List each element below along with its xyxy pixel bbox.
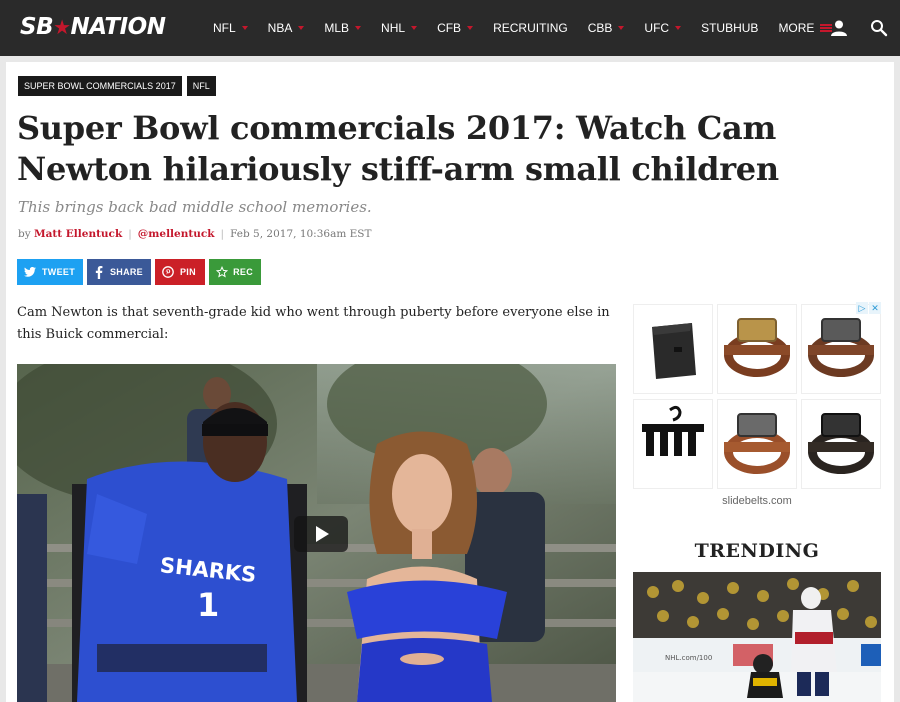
nav-item-more[interactable]: MORE xyxy=(778,21,833,35)
nav-label: NHL xyxy=(381,21,406,35)
tag-super-bowl-commercials[interactable]: SUPER BOWL COMMERCIALS 2017 xyxy=(18,76,182,96)
nav-label: MLB xyxy=(324,21,350,35)
nav-item-recruiting[interactable]: RECRUITING xyxy=(493,21,568,35)
facebook-icon xyxy=(93,265,105,279)
nav-label: CBB xyxy=(587,21,613,35)
nav-item-nba[interactable]: NBA xyxy=(268,21,305,35)
ad-choices-badge[interactable]: ▷ ✕ xyxy=(855,302,881,314)
sbnation-logo[interactable]: SB★NATION xyxy=(20,14,166,42)
nav-item-nfl[interactable]: NFL xyxy=(213,21,248,35)
article-dek: This brings back bad middle school memor… xyxy=(18,198,372,216)
play-button[interactable] xyxy=(294,516,348,552)
pinterest-icon xyxy=(161,265,175,279)
share-bar: TWEET SHARE PIN REC xyxy=(17,259,265,285)
nav-label: NFL xyxy=(213,21,236,35)
nav-item-cfb[interactable]: CFB xyxy=(437,21,474,35)
nav-item-cbb[interactable]: CBB xyxy=(588,21,625,35)
logo-text-nation: NATION xyxy=(70,14,166,40)
tag-list: SUPER BOWL COMMERCIALS 2017 NFL xyxy=(18,76,221,96)
ad-product-wallet[interactable] xyxy=(633,304,713,394)
tag-nfl[interactable]: NFL xyxy=(186,76,216,96)
article-headline: Super Bowl commercials 2017: Watch Cam N… xyxy=(17,109,779,188)
nav-item-ufc[interactable]: UFC xyxy=(644,21,682,35)
caret-down-icon xyxy=(241,26,248,30)
sidebar-ad[interactable]: ▷ ✕ slidebelts.com xyxy=(633,302,881,507)
recommend-button[interactable]: REC xyxy=(209,259,261,285)
author-twitter-link[interactable]: @mellentuck xyxy=(138,228,215,240)
trending-story-image[interactable]: NHL.com/100 xyxy=(633,572,881,702)
play-icon xyxy=(316,526,329,542)
ad-product-belt-black[interactable] xyxy=(801,399,881,489)
publish-date: Feb 5, 2017, 10:36am EST xyxy=(230,228,372,240)
divider: | xyxy=(128,228,132,240)
logo-star-icon: ★ xyxy=(53,15,71,39)
hockey-photo: NHL.com/100 xyxy=(633,572,881,702)
star-icon xyxy=(215,265,228,279)
ad-product-belt-hanger[interactable] xyxy=(633,399,713,489)
nav-label: MORE xyxy=(778,21,815,35)
logo-text-sb: SB xyxy=(20,14,54,40)
jersey-number: 1 xyxy=(197,586,219,624)
search-icon[interactable] xyxy=(870,19,888,37)
main-nav: NFL NBA MLB NHL CFB RECRUITING CBB UFC S… xyxy=(213,0,852,56)
pinterest-pin-button[interactable]: PIN xyxy=(155,259,205,285)
byline: by Matt Ellentuck | @mellentuck | Feb 5, 201… xyxy=(18,228,372,240)
tweet-label: TWEET xyxy=(42,267,75,277)
nav-label: UFC xyxy=(644,21,670,35)
ad-product-grid xyxy=(633,304,881,489)
adchoices-icon[interactable]: ▷ xyxy=(856,302,868,314)
facebook-share-button[interactable]: SHARE xyxy=(87,259,151,285)
ad-product-belt-silver[interactable] xyxy=(801,304,881,394)
article-intro-paragraph: Cam Newton is that seventh-grade kid who… xyxy=(17,305,610,342)
nav-label: STUBHUB xyxy=(701,21,759,35)
tweet-button[interactable]: TWEET xyxy=(17,259,83,285)
nav-label: NBA xyxy=(267,21,293,35)
top-navigation-bar: SB★NATION NFL NBA MLB NHL CFB RECRUITING… xyxy=(0,0,900,56)
author-link[interactable]: Matt Ellentuck xyxy=(34,228,122,240)
nav-item-nhl[interactable]: NHL xyxy=(381,21,418,35)
caret-down-icon xyxy=(298,26,305,30)
pin-label: PIN xyxy=(180,267,196,277)
caret-down-icon xyxy=(675,26,682,30)
rec-label: REC xyxy=(233,267,253,277)
twitter-bird-icon xyxy=(23,265,37,279)
caret-down-icon xyxy=(355,26,362,30)
rink-board-text: NHL.com/100 xyxy=(665,654,712,662)
caret-down-icon xyxy=(411,26,418,30)
nav-label: RECRUITING xyxy=(493,21,568,35)
share-label: SHARE xyxy=(109,267,143,277)
nav-label: CFB xyxy=(437,21,462,35)
ad-product-belt-brown[interactable] xyxy=(717,399,797,489)
user-icon[interactable] xyxy=(830,19,848,37)
divider: | xyxy=(220,228,225,240)
ad-product-belt-gold[interactable] xyxy=(717,304,797,394)
caret-down-icon xyxy=(618,26,625,30)
close-icon[interactable]: ✕ xyxy=(869,302,881,314)
ad-caption[interactable]: slidebelts.com xyxy=(633,495,881,507)
video-player[interactable]: SHARKS 1 xyxy=(17,364,616,702)
nav-item-mlb[interactable]: MLB xyxy=(324,21,362,35)
caret-down-icon xyxy=(467,26,474,30)
article-panel: SUPER BOWL COMMERCIALS 2017 NFL Super Bo… xyxy=(6,62,894,702)
trending-heading: TRENDING xyxy=(694,540,820,562)
byline-prefix: by xyxy=(18,228,31,240)
nav-item-stubhub[interactable]: STUBHUB xyxy=(701,21,758,35)
